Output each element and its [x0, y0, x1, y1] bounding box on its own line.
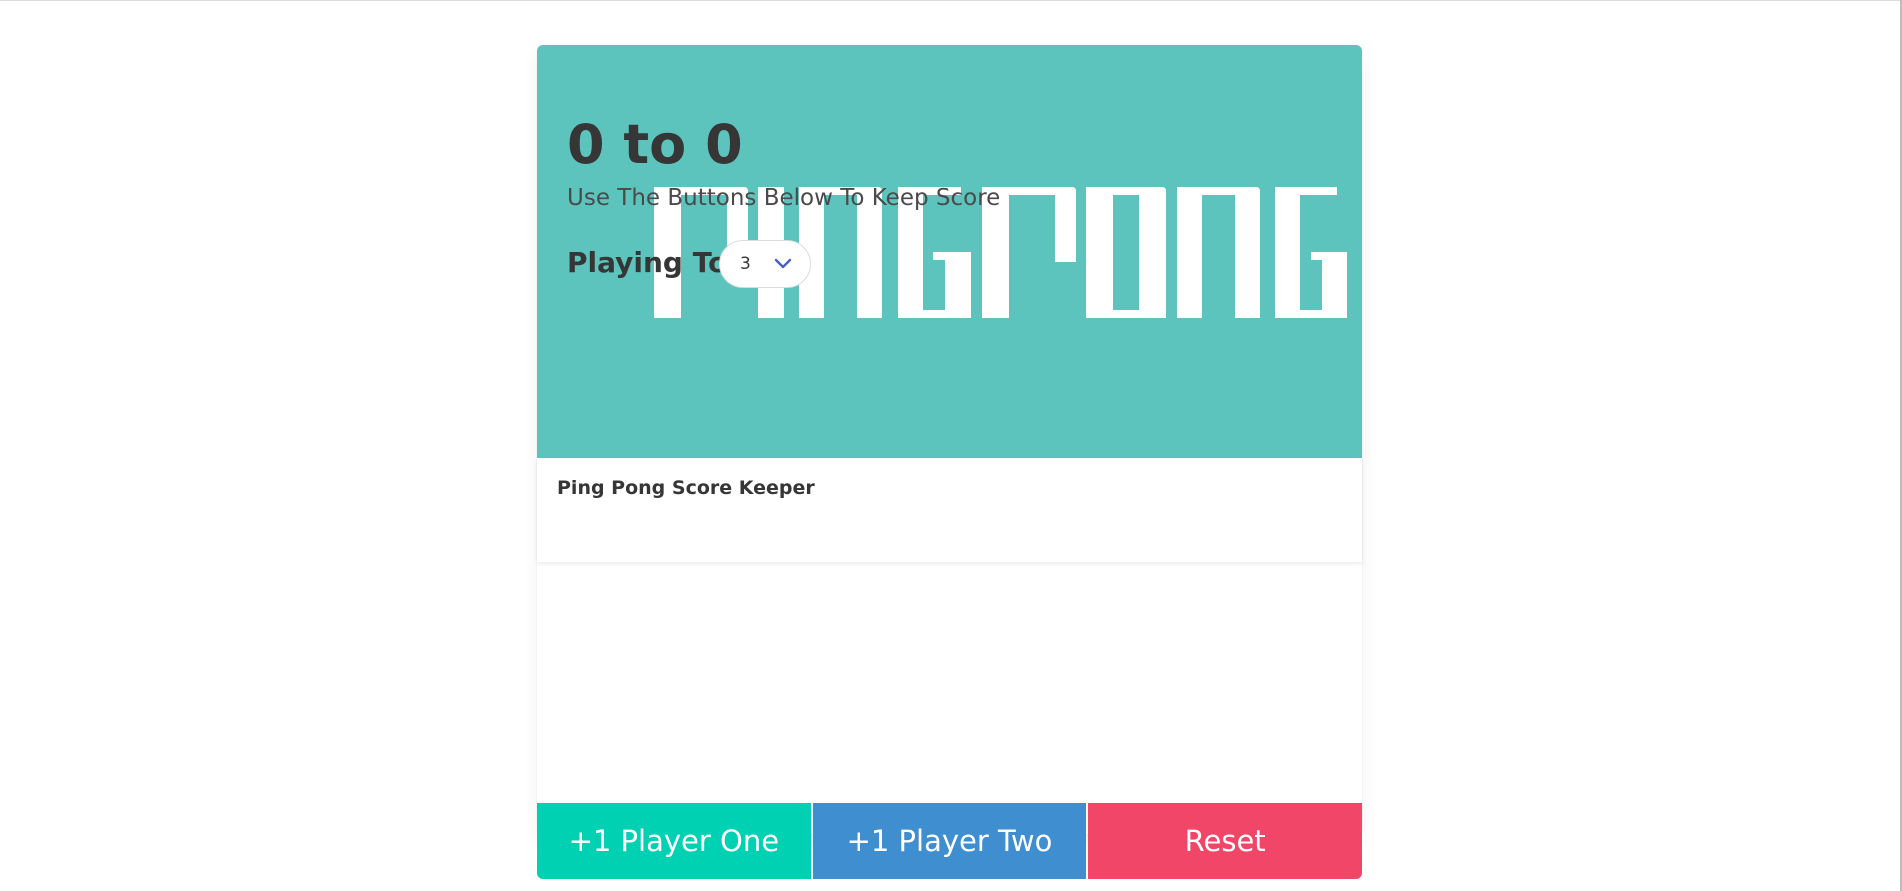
score-instructions: Use The Buttons Below To Keep Score: [567, 185, 1001, 211]
card-footer: +1 Player One +1 Player Two Reset: [537, 803, 1363, 879]
chevron-down-icon: [774, 258, 792, 269]
playing-to-select[interactable]: 3: [719, 240, 811, 288]
card-header: Ping Pong Score Keeper: [537, 458, 1362, 562]
score-keeper-card: Ping Pong Score Keeper 0 to 0 Use The Bu…: [537, 45, 1363, 879]
score-display: 0 to 0: [567, 113, 743, 176]
top-border: [0, 0, 1902, 1]
reset-button[interactable]: Reset: [1088, 803, 1363, 879]
card-header-title: Ping Pong Score Keeper: [557, 477, 815, 499]
player-two-point-button[interactable]: +1 Player Two: [812, 803, 1087, 879]
playing-to-selected-value: 3: [740, 254, 751, 274]
player-one-point-button[interactable]: +1 Player One: [537, 803, 811, 879]
playing-to-label: Playing To: [567, 246, 728, 279]
